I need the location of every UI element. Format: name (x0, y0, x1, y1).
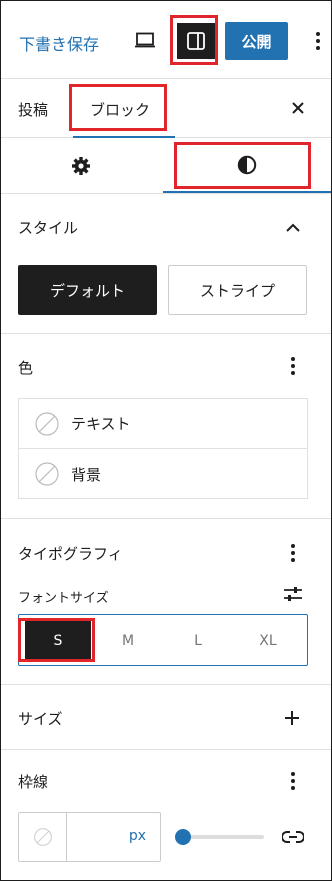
close-icon[interactable] (287, 97, 309, 119)
font-size-option-m[interactable]: M (95, 621, 161, 661)
sidebar-tabs: 投稿 ブロック (1, 80, 331, 138)
tab-styles[interactable] (163, 138, 331, 193)
more-vertical-icon[interactable] (283, 769, 303, 793)
half-circle-icon (237, 155, 257, 174)
font-size-picker: S M L XL (18, 614, 308, 666)
color-item-label: 背景 (71, 465, 102, 484)
color-item-label: テキスト (71, 415, 131, 433)
border-panel-title: 枠線 (18, 773, 49, 791)
divider (1, 518, 331, 519)
color-item-text[interactable]: テキスト (19, 399, 307, 449)
chevron-up-icon[interactable] (283, 215, 303, 239)
empty-swatch-icon (35, 411, 59, 436)
color-settings: テキスト 背景 (18, 398, 308, 499)
border-width-control: px (18, 812, 161, 862)
divider (1, 749, 331, 750)
plus-icon[interactable] (282, 706, 302, 730)
divider (1, 684, 331, 685)
sidebar-toggle-icon[interactable] (177, 23, 215, 59)
typography-panel-title: タイポグラフィ (18, 545, 123, 563)
border-unit-select[interactable]: px (129, 828, 146, 844)
link-icon[interactable] (281, 826, 305, 848)
font-size-option-s[interactable]: S (25, 621, 91, 661)
font-size-option-l[interactable]: L (165, 621, 231, 661)
tab-block[interactable]: ブロック (73, 80, 175, 138)
styles-panel-title[interactable]: スタイル (18, 217, 78, 238)
more-vertical-icon[interactable] (283, 541, 303, 565)
publish-button[interactable]: 公開 (225, 22, 288, 60)
size-panel-title: サイズ (18, 710, 63, 728)
slider-thumb[interactable] (175, 829, 191, 845)
gear-icon[interactable] (1, 138, 161, 193)
more-vertical-icon[interactable] (308, 27, 328, 55)
style-option-stripe[interactable]: ストライプ (168, 265, 307, 315)
tab-post[interactable]: 投稿 (18, 99, 48, 120)
divider (1, 333, 331, 334)
border-color-swatch[interactable] (19, 813, 67, 861)
style-option-default[interactable]: デフォルト (18, 265, 157, 315)
color-panel-title: 色 (18, 359, 34, 377)
laptop-icon[interactable] (130, 25, 160, 55)
font-size-label: フォントサイズ (18, 591, 109, 606)
save-draft-button[interactable]: 下書き保存 (19, 31, 99, 55)
empty-swatch-icon (35, 462, 59, 486)
empty-swatch-icon (33, 828, 52, 846)
block-inspector-tabs (1, 138, 331, 194)
font-size-option-xl[interactable]: XL (235, 621, 301, 661)
tab-block-label: ブロック (90, 101, 151, 119)
border-width-slider[interactable] (182, 835, 264, 839)
more-vertical-icon[interactable] (283, 354, 303, 378)
settings-sliders-icon[interactable] (282, 582, 304, 606)
top-toolbar: 下書き保存 公開 (1, 1, 331, 79)
color-item-background[interactable]: 背景 (19, 449, 307, 499)
